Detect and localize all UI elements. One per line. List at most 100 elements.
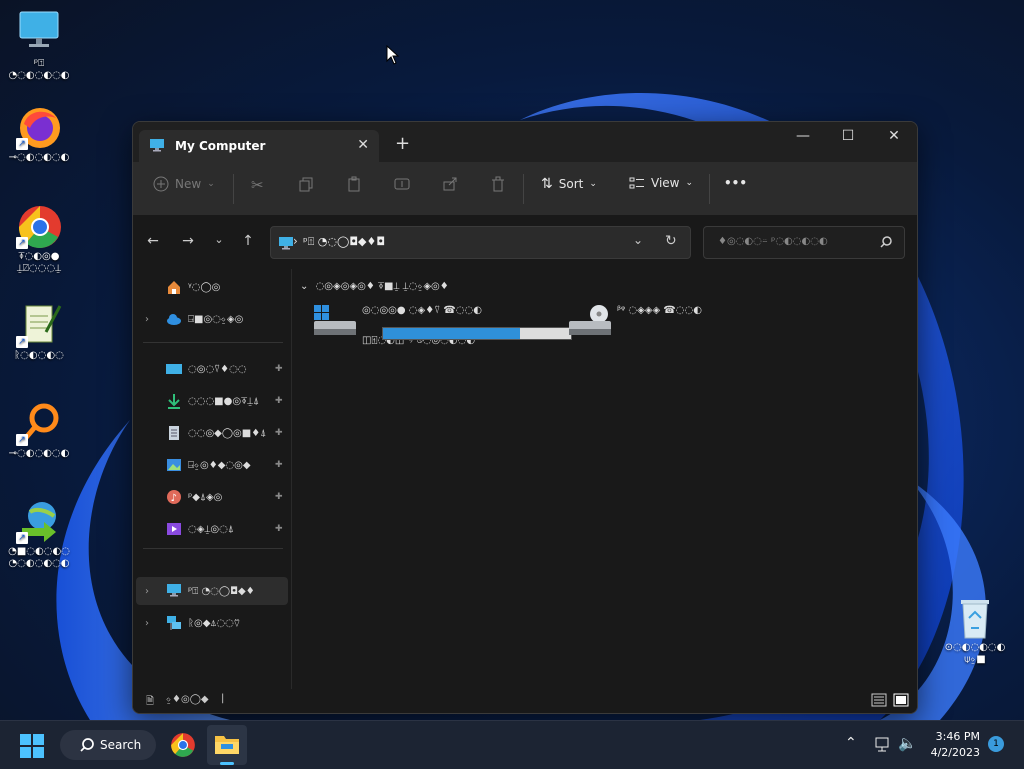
desktop-icon-label: ᵖ⍐ ◔◌◐◌◐◌◐	[8, 58, 70, 81]
network-status-icon[interactable]	[874, 735, 892, 757]
delete-button[interactable]	[490, 176, 506, 192]
pin-icon: ✚	[275, 396, 283, 406]
new-button[interactable]: New ⌄	[153, 176, 215, 192]
drive-item-windows[interactable]: ◎◌◎◎● ◌◈♦⍢ ☎◌◌◐ ◫⍐◌◐◫ ᛃ ⍉◌◎◌◐◌◐	[312, 301, 572, 349]
windows-logo-icon	[20, 734, 44, 758]
sidebar-item-desktop[interactable]: ◌◎◌⍢♦◌◌ ✚	[133, 355, 291, 383]
chevron-down-icon: ⌄	[589, 179, 597, 189]
view-button[interactable]: View ⌄	[629, 176, 693, 190]
sort-button[interactable]: ⇅ Sort ⌄	[541, 176, 597, 192]
sidebar-item-pictures[interactable]: ⍈⍚◎♦◆◌◎◆ ✚	[133, 451, 291, 479]
taskbar-chrome[interactable]	[170, 732, 196, 762]
paste-button[interactable]	[346, 176, 362, 192]
drive-name: ᵝᵠ ◌◈◈◈ ☎◌◌◐	[617, 305, 702, 316]
active-indicator	[220, 762, 234, 765]
dvd-drive-icon	[567, 305, 613, 344]
sidebar-item-label: ◌◌◌■●◎⍕⍊⍋	[188, 395, 260, 407]
mouse-cursor-icon	[386, 45, 400, 65]
sidebar-divider	[143, 342, 283, 343]
volume-icon[interactable]: 🔈	[898, 734, 917, 752]
taskbar-file-explorer[interactable]	[207, 725, 247, 765]
desktop-icon-recycle-bin[interactable]: ⊙◌◐◌◐◌◐ ⍦⍚■	[940, 596, 1010, 666]
sidebar-item-label: ⍈⍚◎♦◆◌◎◆	[188, 459, 251, 471]
expand-chevron-icon[interactable]: ›	[145, 618, 149, 629]
document-icon	[166, 425, 182, 441]
system-clock[interactable]: 3:46 PM 4/2/2023	[924, 729, 980, 761]
sidebar-item-downloads[interactable]: ◌◌◌■●◎⍕⍊⍋ ✚	[133, 387, 291, 415]
chevron-down-icon: ⌄	[207, 179, 215, 189]
shortcut-arrow-icon: ↗	[16, 138, 28, 150]
search-box[interactable]: ♦◎◌◐◌⍨ ᵖ◌◐◌◐◌◐	[703, 226, 905, 259]
sidebar-item-label: ⍈■◎◌⍚◈◎	[188, 313, 244, 325]
breadcrumb-separator[interactable]: ›	[293, 234, 298, 248]
desktop-icon-chrome[interactable]: ↗ ⍕◌◐◎● ⍊⍁◌◌◌⍊	[4, 203, 74, 275]
drive-item-dvd[interactable]: ᵝᵠ ◌◈◈◈ ☎◌◌◐	[567, 301, 777, 349]
sidebar-item-this-pc[interactable]: › ᵖ⍐ ◔◌◯◘◆♦	[136, 577, 288, 605]
chevron-down-icon: ⌄	[300, 281, 309, 292]
up-arrow-icon[interactable]: ↑	[238, 233, 258, 249]
taskbar-search-button[interactable]: Search	[60, 730, 156, 760]
large-icons-view-icon[interactable]	[893, 693, 909, 710]
globe-arrow-icon: ↗	[16, 498, 62, 544]
tab-my-computer[interactable]: My Computer ✕	[139, 130, 379, 162]
item-count-label: ⍚♦◎◯◆	[166, 694, 209, 705]
devices-group-header[interactable]: ⌄ ◌◎◈◎◈◎♦ ⍕■⍊ ⍊◌⍚◈◎♦	[300, 281, 449, 292]
chrome-icon	[171, 733, 195, 757]
this-pc-icon	[149, 137, 165, 156]
notification-badge[interactable]: 1	[988, 736, 1004, 752]
taskbar-search-label: Search	[100, 738, 142, 752]
close-tab-icon[interactable]: ✕	[357, 137, 369, 153]
maximize-button[interactable]: ☐	[833, 128, 863, 144]
sidebar-item-label: ᵖ⍐ ◔◌◯◘◆♦	[188, 585, 255, 597]
sidebar-item-videos[interactable]: ◌◈⍊◎◌⍋ ✚	[133, 515, 291, 543]
selection-indicator: |	[221, 693, 225, 704]
desktop-icon-firefox[interactable]: ↗ ⊸◌◐◌◐◌◐	[4, 104, 74, 164]
close-window-button[interactable]: ✕	[879, 128, 909, 144]
show-hidden-icons-icon[interactable]: ⌃	[845, 735, 857, 751]
back-arrow-icon[interactable]: ←	[143, 233, 163, 249]
toolbar-divider	[233, 174, 234, 204]
refresh-icon[interactable]: ↻	[665, 233, 677, 249]
breadcrumb-this-pc[interactable]: ᵖ⍐ ◔◌◯◘◆♦◘	[303, 235, 385, 249]
address-dropdown-icon[interactable]: ⌄	[633, 233, 643, 247]
monitor-icon	[16, 10, 62, 56]
new-tab-button[interactable]: +	[395, 133, 410, 154]
cut-button[interactable]: ✂	[251, 176, 264, 194]
title-bar: My Computer ✕ + — ☐ ✕	[133, 122, 917, 162]
desktop-icon-notepad[interactable]: ↗ ᚱ◌◐◌◐◌	[4, 302, 74, 362]
share-button[interactable]	[442, 176, 458, 192]
drive-usage-bar	[382, 327, 572, 340]
desktop-icon-this-pc[interactable]: ᵖ⍐ ◔◌◐◌◐◌◐	[4, 10, 74, 82]
notepad-icon: ↗	[16, 302, 62, 348]
tab-title: My Computer	[175, 139, 266, 153]
sidebar-item-onedrive[interactable]: › ⍈■◎◌⍚◈◎	[133, 305, 291, 333]
more-options-button[interactable]: •••	[724, 176, 747, 190]
expand-chevron-icon[interactable]: ›	[145, 314, 149, 325]
download-icon	[166, 393, 182, 409]
sort-icon: ⇅	[541, 176, 553, 192]
forward-arrow-icon[interactable]: →	[178, 233, 198, 249]
start-button[interactable]	[20, 734, 44, 762]
desktop-icon-search-app[interactable]: ↗ ⊸◌◐◌◐◌◐	[4, 400, 74, 460]
sidebar-item-label: ◌◌◎◆◯◎■♦⍋	[188, 427, 267, 439]
sidebar-item-network[interactable]: › ᚱ◎◆⍋◌◌⍢	[133, 609, 291, 637]
clock-time: 3:46 PM	[935, 730, 980, 743]
sidebar-divider	[143, 548, 283, 549]
view-icon	[629, 177, 644, 189]
minimize-button[interactable]: —	[788, 128, 818, 144]
shortcut-arrow-icon: ↗	[16, 336, 28, 348]
desktop-icon-download-manager[interactable]: ↗ ◔■◌◐◌◐◌ ◔◌◐◌◐◌◐	[4, 498, 74, 570]
rename-button[interactable]	[394, 176, 410, 192]
address-bar[interactable]: › ᵖ⍐ ◔◌◯◘◆♦◘ ⌄ ↻	[270, 226, 691, 259]
details-view-icon[interactable]	[871, 693, 887, 710]
clipboard-icon	[348, 176, 360, 192]
expand-chevron-icon[interactable]: ›	[145, 586, 149, 597]
sidebar-item-documents[interactable]: ◌◌◎◆◯◎■♦⍋ ✚	[133, 419, 291, 447]
view-label: View	[651, 176, 680, 190]
sidebar-item-music[interactable]: ♪ ᵖ◆⍋◈◎ ✚	[133, 483, 291, 511]
copy-button[interactable]	[298, 176, 314, 192]
sidebar-item-home[interactable]: ᵞ◌◯◎	[133, 273, 291, 301]
search-placeholder: ♦◎◌◐◌⍨ ᵖ◌◐◌◐◌◐	[718, 236, 828, 247]
desktop-icon-label: ⍕◌◐◎● ⍊⍁◌◌◌⍊	[16, 251, 62, 274]
recent-locations-icon[interactable]: ⌄	[209, 233, 229, 246]
